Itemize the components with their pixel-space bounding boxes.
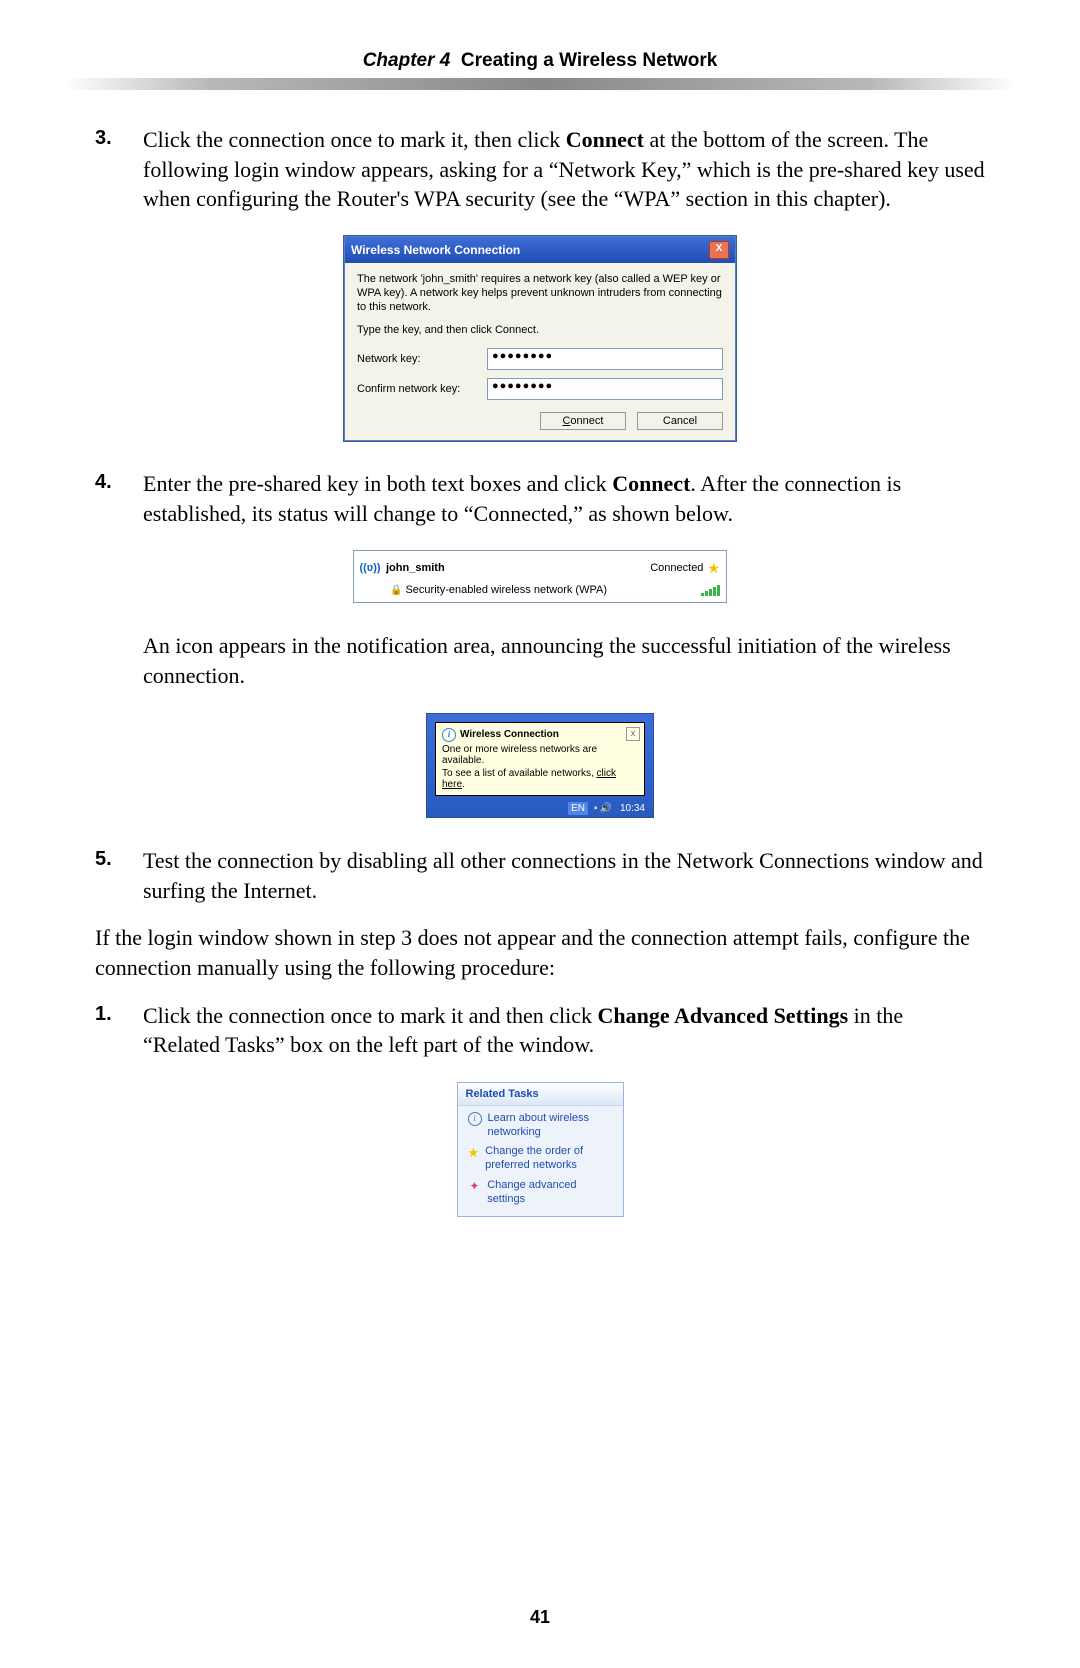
balloon-text: To see a list of available networks,	[442, 768, 597, 779]
figure-network-connected: ((ʋ)) john_smith Connected ★ 🔒Security-e…	[95, 550, 985, 603]
instruction-list: 3. Click the connection once to mark it,…	[95, 125, 985, 214]
network-subtype: 🔒Security-enabled wireless network (WPA)	[390, 584, 607, 596]
network-status: Connected	[650, 562, 703, 574]
task-change-order[interactable]: ★ Change the order of preferred networks	[458, 1139, 623, 1173]
confirm-key-row: Confirm network key: ●●●●●●●●	[357, 378, 723, 400]
step-text: Enter the pre-shared key in both text bo…	[143, 471, 612, 496]
document-page: Chapter 4 Creating a Wireless Network 3.…	[0, 0, 1080, 1668]
balloon-text: .	[462, 779, 465, 790]
step-bold: Change Advanced Settings	[598, 1003, 849, 1028]
step-number: 1.	[95, 1001, 143, 1060]
info-icon: i	[442, 728, 456, 742]
step-bold: Connect	[612, 471, 690, 496]
step-text: Click the connection once to mark it, th…	[143, 127, 566, 152]
dialog-content: The network 'john_smith' requires a netw…	[345, 263, 735, 440]
chapter-header: Chapter 4 Creating a Wireless Network	[95, 50, 985, 72]
gear-icon: ✦	[468, 1179, 482, 1207]
balloon-line1: One or more wireless networks are availa…	[442, 744, 638, 766]
network-subtype-text: Security-enabled wireless network (WPA)	[405, 584, 607, 596]
instruction-list: 4. Enter the pre-shared key in both text…	[95, 469, 985, 528]
step-body: Click the connection once to mark it, th…	[143, 125, 985, 214]
star-icon: ★	[707, 560, 720, 577]
network-key-row: Network key: ●●●●●●●●	[357, 348, 723, 370]
dialog-description: The network 'john_smith' requires a netw…	[357, 273, 723, 314]
balloon-title-row: i Wireless Connection	[442, 728, 638, 742]
figure-dialog-login: Wireless Network Connection X The networ…	[95, 236, 985, 441]
network-entry[interactable]: ((ʋ)) john_smith Connected ★ 🔒Security-e…	[353, 550, 727, 603]
step-body: Click the connection once to mark it and…	[143, 1001, 985, 1060]
wireless-connection-dialog: Wireless Network Connection X The networ…	[344, 236, 736, 441]
step-number: 3.	[95, 125, 143, 214]
step-3: 3. Click the connection once to mark it,…	[95, 125, 985, 214]
dialog-titlebar: Wireless Network Connection X	[345, 237, 735, 263]
balloon-title: Wireless Connection	[460, 729, 559, 740]
confirm-key-label: Confirm network key:	[357, 383, 487, 395]
task-label: Learn about wireless networking	[488, 1112, 615, 1140]
star-icon: ★	[468, 1145, 480, 1173]
tray-icons[interactable]: ▪🔊	[594, 803, 614, 814]
close-button[interactable]: X	[709, 241, 729, 259]
taskbar-tray-area: x i Wireless Connection One or more wire…	[426, 713, 654, 818]
figure-related-tasks: Related Tasks i Learn about wireless net…	[95, 1082, 985, 1218]
cancel-button[interactable]: Cancel	[637, 412, 723, 430]
balloon-close-button[interactable]: x	[626, 727, 640, 741]
language-indicator[interactable]: EN	[568, 802, 588, 815]
page-number: 41	[0, 1607, 1080, 1628]
connect-button[interactable]: Connect	[540, 412, 626, 430]
paragraph-icon-note: An icon appears in the notification area…	[143, 631, 985, 690]
confirm-key-input[interactable]: ●●●●●●●●	[487, 378, 723, 400]
step-number: 5.	[95, 846, 143, 905]
network-key-input[interactable]: ●●●●●●●●	[487, 348, 723, 370]
instruction-list: 5. Test the connection by disabling all …	[95, 846, 985, 905]
chapter-label: Chapter 4	[363, 50, 451, 71]
dialog-instruction: Type the key, and then click Connect.	[357, 324, 723, 338]
lock-icon: 🔒	[390, 585, 402, 596]
step-text: Click the connection once to mark it and…	[143, 1003, 598, 1028]
network-entry-top: ((ʋ)) john_smith Connected ★	[360, 555, 720, 581]
step-body: Test the connection by disabling all oth…	[143, 846, 985, 905]
notification-balloon[interactable]: x i Wireless Connection One or more wire…	[435, 722, 645, 796]
paragraph-fallback: If the login window shown in step 3 does…	[95, 923, 985, 982]
network-entry-sub: 🔒Security-enabled wireless network (WPA)	[390, 584, 720, 596]
info-icon: i	[468, 1112, 482, 1140]
network-entry-right: Connected ★	[650, 560, 720, 577]
dialog-title: Wireless Network Connection	[351, 243, 520, 257]
network-key-label: Network key:	[357, 353, 487, 365]
network-entry-left: ((ʋ)) john_smith	[360, 555, 445, 581]
related-tasks-panel: Related Tasks i Learn about wireless net…	[457, 1082, 624, 1218]
step-5: 5. Test the connection by disabling all …	[95, 846, 985, 905]
task-label: Change the order of preferred networks	[485, 1145, 614, 1173]
dialog-button-row: Connect Cancel	[357, 408, 723, 430]
clock: 10:34	[620, 803, 645, 814]
step-4: 4. Enter the pre-shared key in both text…	[95, 469, 985, 528]
system-tray: EN ▪🔊 10:34	[435, 802, 645, 815]
balloon-line2: To see a list of available networks, cli…	[442, 768, 638, 790]
task-label: Change advanced settings	[487, 1179, 614, 1207]
related-tasks-header: Related Tasks	[458, 1083, 623, 1106]
step-bold: Connect	[566, 127, 644, 152]
task-change-advanced[interactable]: ✦ Change advanced settings	[458, 1173, 623, 1207]
step-1b: 1. Click the connection once to mark it …	[95, 1001, 985, 1060]
network-ssid: john_smith	[386, 562, 445, 574]
task-learn-wireless[interactable]: i Learn about wireless networking	[458, 1106, 623, 1140]
step-body: Enter the pre-shared key in both text bo…	[143, 469, 985, 528]
figure-notification-balloon: x i Wireless Connection One or more wire…	[95, 713, 985, 818]
btn-rest: onnect	[570, 415, 603, 427]
wireless-icon: ((ʋ))	[360, 555, 380, 581]
instruction-list-b: 1. Click the connection once to mark it …	[95, 1001, 985, 1060]
step-number: 4.	[95, 469, 143, 528]
header-divider	[65, 78, 1015, 90]
signal-icon	[701, 584, 720, 596]
chapter-title: Creating a Wireless Network	[461, 50, 717, 71]
